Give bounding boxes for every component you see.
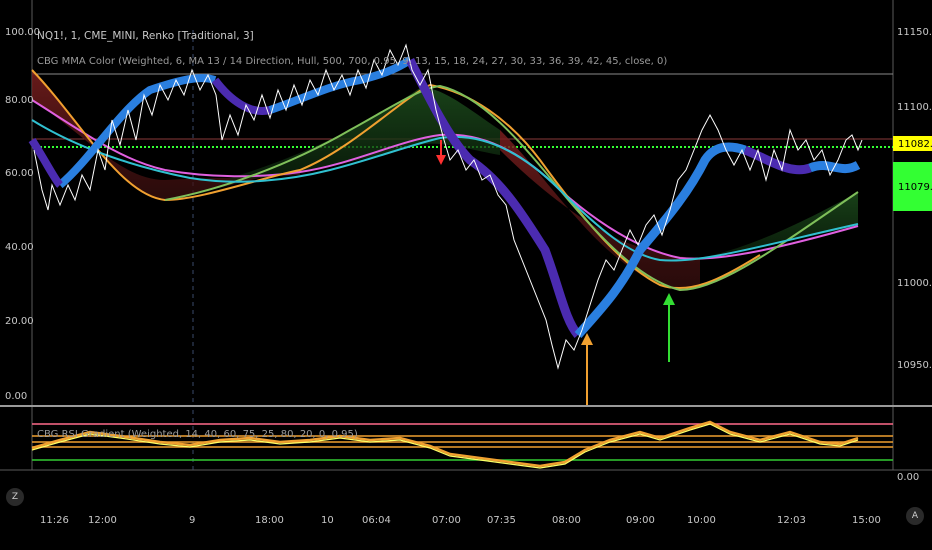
left-axis-label: 0.00 <box>5 391 27 402</box>
cloud-green-2 <box>700 192 858 258</box>
cloud-green-1 <box>230 87 500 180</box>
time-label: 9 <box>189 515 195 526</box>
price-tag-signal: 11079.00 <box>893 162 932 211</box>
left-axis-label: 60.00 <box>5 168 34 179</box>
chart-canvas[interactable]: NQ1!, 1, CME_MINI, Renko [Traditional, 3… <box>0 0 932 550</box>
right-axis-label: 11150.00 <box>897 27 932 38</box>
right-axis-lower-label: 0.00 <box>897 472 919 483</box>
ribbon-purple-3 <box>405 57 582 338</box>
svg-text:11082.50: 11082.50 <box>898 139 932 150</box>
time-label: 18:00 <box>255 515 284 526</box>
time-label: 10 <box>321 515 334 526</box>
left-axis-label: 40.00 <box>5 242 34 253</box>
time-label: 12:00 <box>88 515 117 526</box>
ribbon-blue-2 <box>268 56 413 114</box>
right-axis-label: 11000.00 <box>897 278 932 289</box>
svg-text:11079.00: 11079.00 <box>898 182 932 193</box>
time-label: 12:03 <box>777 515 806 526</box>
buy-arrow-green <box>663 293 675 362</box>
right-scale-button[interactable]: A <box>906 507 924 525</box>
time-label: 07:00 <box>432 515 461 526</box>
right-axis-label: 11100.00 <box>897 102 932 113</box>
time-label: 11:26 <box>40 515 69 526</box>
symbol-title[interactable]: NQ1!, 1, CME_MINI, Renko [Traditional, 3… <box>37 30 254 42</box>
right-axis-label: 10950.00 <box>897 360 932 371</box>
left-scale-button[interactable]: Z <box>6 488 24 506</box>
time-label: 08:00 <box>552 515 581 526</box>
left-axis-label: 20.00 <box>5 316 34 327</box>
left-axis-label: 100.00 <box>5 27 40 38</box>
chart-window: NQ1!, 1, CME_MINI, Renko [Traditional, 3… <box>0 0 932 550</box>
time-label: 10:00 <box>687 515 716 526</box>
left-axis-label: 80.00 <box>5 95 34 106</box>
time-label: 06:04 <box>362 515 391 526</box>
price-tag-current: 11082.50 <box>893 136 932 151</box>
lower-indicator-legend[interactable]: CBG RSI Gradient (Weighted, 14, 40, 60, … <box>37 429 358 440</box>
indicator-legend[interactable]: CBG MMA Color (Weighted, 6, MA 13 / 14 D… <box>37 56 667 67</box>
time-label: 15:00 <box>852 515 881 526</box>
time-label: 07:35 <box>487 515 516 526</box>
price-line <box>33 43 863 370</box>
time-label: 09:00 <box>626 515 655 526</box>
buy-arrow-orange <box>581 333 593 405</box>
